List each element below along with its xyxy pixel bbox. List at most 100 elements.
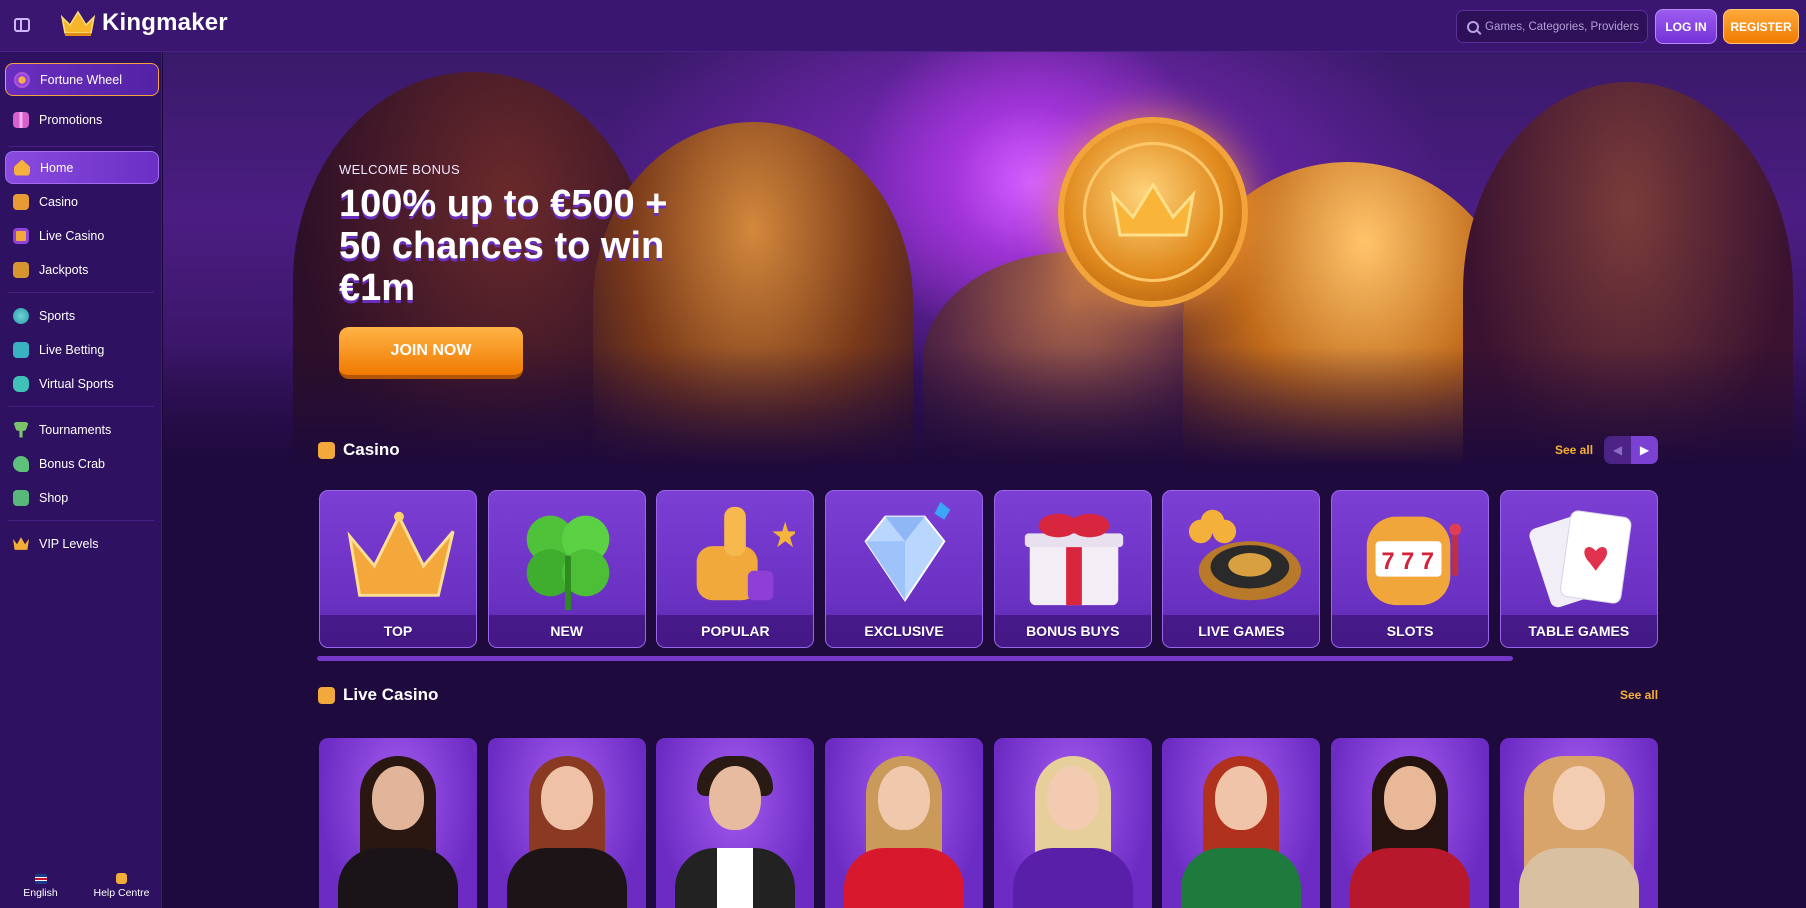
sidebar-item-fortune-wheel[interactable]: Fortune Wheel — [5, 63, 159, 96]
live-betting-icon — [13, 341, 29, 358]
sidebar-item-shop[interactable]: Shop — [5, 481, 159, 514]
live-dealer-tile[interactable] — [825, 738, 984, 908]
sidebar-item-casino[interactable]: Casino — [5, 185, 159, 218]
live-dealer-tile[interactable] — [993, 738, 1152, 908]
category-tile-exclusive[interactable]: EXCLUSIVE — [825, 490, 984, 648]
arrow-right-icon[interactable]: ▶ — [1631, 436, 1658, 464]
category-tile-popular[interactable]: POPULAR — [656, 490, 815, 648]
live-dealer-tile[interactable] — [1162, 738, 1321, 908]
crown-coin — [1058, 117, 1248, 307]
sidebar-item-jackpots[interactable]: Jackpots — [5, 253, 159, 286]
slot-machine-icon — [13, 193, 29, 210]
category-tile-top[interactable]: TOP — [319, 490, 477, 648]
help-centre-link[interactable]: Help Centre — [81, 864, 162, 908]
sidebar-item-label: Live Betting — [39, 342, 105, 357]
live-dealer-tile[interactable] — [1331, 738, 1490, 908]
dealer-face — [540, 766, 593, 830]
sidebar-item-home[interactable]: Home — [5, 151, 159, 184]
sidebar-item-label: Jackpots — [39, 262, 89, 277]
dealer-outfit — [338, 848, 458, 908]
category-label: LIVE GAMES — [1163, 615, 1320, 647]
fortune-wheel-icon — [14, 71, 30, 88]
slot-machine-icon — [318, 441, 335, 459]
logo[interactable]: Kingmaker — [60, 9, 228, 37]
live-dealer-tile[interactable] — [656, 738, 815, 908]
brand-name: Kingmaker — [102, 9, 228, 36]
dealer-outfit — [675, 848, 796, 908]
casino-see-all-link[interactable]: See all — [1555, 443, 1593, 457]
language-selector[interactable]: English — [0, 864, 81, 908]
search-input[interactable] — [1485, 20, 1645, 33]
category-tile-table-games[interactable]: TABLE GAMES — [1499, 490, 1658, 648]
help-icon — [116, 873, 127, 884]
search-box[interactable] — [1456, 10, 1648, 43]
sidebar-item-label: Promotions — [39, 112, 103, 127]
login-button[interactable]: LOG IN — [1655, 9, 1717, 44]
sidebar: Fortune Wheel Promotions Home Casino Liv… — [0, 52, 162, 908]
category-label: TOP — [320, 615, 476, 647]
sidebar-item-label: Shop — [39, 490, 69, 505]
live-casino-see-all-link[interactable]: See all — [1620, 688, 1658, 702]
category-tile-live-games[interactable]: LIVE GAMES — [1162, 490, 1321, 648]
category-tile-new[interactable]: NEW — [487, 490, 646, 648]
dealer-face — [1215, 766, 1268, 830]
language-label: English — [23, 886, 58, 899]
hero-title: 100% up to €500 + 50 chances to win €1m — [339, 183, 668, 309]
divider — [8, 520, 154, 521]
live-dealer-tile[interactable] — [319, 738, 477, 908]
sidebar-item-live-casino[interactable]: Live Casino — [5, 219, 159, 252]
hero-banner[interactable]: WELCOME BONUS 100% up to €500 + 50 chanc… — [163, 52, 1806, 467]
trophy-icon — [13, 421, 29, 438]
dealer-face — [878, 766, 931, 830]
category-label: NEW — [488, 615, 645, 647]
dealer-face — [1046, 766, 1099, 830]
category-tile-bonus-buys[interactable]: BONUS BUYS — [993, 490, 1152, 648]
clover-art-icon — [509, 503, 627, 610]
sidebar-item-live-betting[interactable]: Live Betting — [5, 333, 159, 366]
sidebar-item-label: Virtual Sports — [39, 376, 114, 391]
category-label: POPULAR — [657, 615, 814, 647]
gift-art-icon — [1015, 503, 1133, 608]
crown-icon — [13, 537, 29, 550]
sidebar-toggle-icon[interactable] — [14, 18, 30, 32]
arrow-left-icon[interactable]: ◀ — [1604, 436, 1631, 464]
svg-text:7 7 7: 7 7 7 — [1382, 548, 1434, 574]
category-label: SLOTS — [1332, 615, 1489, 647]
section-title: Casino — [343, 440, 400, 459]
sidebar-item-label: Live Casino — [39, 228, 105, 243]
sidebar-item-bonus-crab[interactable]: Bonus Crab — [5, 447, 159, 480]
casino-carousel-arrows: ◀ ▶ — [1604, 436, 1658, 464]
hero-text: WELCOME BONUS 100% up to €500 + 50 chanc… — [339, 162, 669, 379]
category-label: EXCLUSIVE — [826, 615, 983, 647]
category-scrollbar[interactable] — [317, 656, 1513, 661]
category-label: TABLE GAMES — [1500, 615, 1657, 647]
sidebar-footer: English Help Centre — [0, 864, 162, 908]
join-now-button[interactable]: JOIN NOW — [339, 327, 523, 379]
home-icon — [14, 159, 30, 176]
gift-icon — [13, 111, 29, 128]
sidebar-item-label: Bonus Crab — [39, 456, 106, 471]
sidebar-item-virtual-sports[interactable]: Virtual Sports — [5, 367, 159, 400]
dealer-face — [372, 766, 424, 830]
divider — [8, 406, 154, 407]
sidebar-item-tournaments[interactable]: Tournaments — [5, 413, 159, 446]
dealer-outfit — [1012, 848, 1133, 908]
gamepad-icon — [13, 375, 29, 392]
sidebar-item-sports[interactable]: Sports — [5, 299, 159, 332]
dealer-face — [1384, 766, 1437, 830]
help-label: Help Centre — [93, 887, 150, 899]
sidebar-item-label: Casino — [39, 194, 78, 209]
sidebar-item-promotions[interactable]: Promotions — [5, 103, 159, 136]
sidebar-item-vip-levels[interactable]: VIP Levels — [5, 527, 159, 560]
playing-cards-art-icon — [1521, 503, 1639, 608]
category-tile-slots[interactable]: 7 7 7 SLOTS — [1331, 490, 1490, 648]
live-dealer-tile[interactable] — [1499, 738, 1658, 908]
live-dealer-tile[interactable] — [487, 738, 646, 908]
dealer-face — [709, 766, 762, 830]
crown-logo-icon — [60, 9, 96, 37]
register-button[interactable]: REGISTER — [1723, 9, 1799, 44]
casino-section-header: Casino — [318, 440, 400, 460]
sidebar-item-label: Sports — [39, 308, 76, 323]
crown-icon — [1110, 182, 1196, 237]
crab-icon — [13, 455, 29, 472]
